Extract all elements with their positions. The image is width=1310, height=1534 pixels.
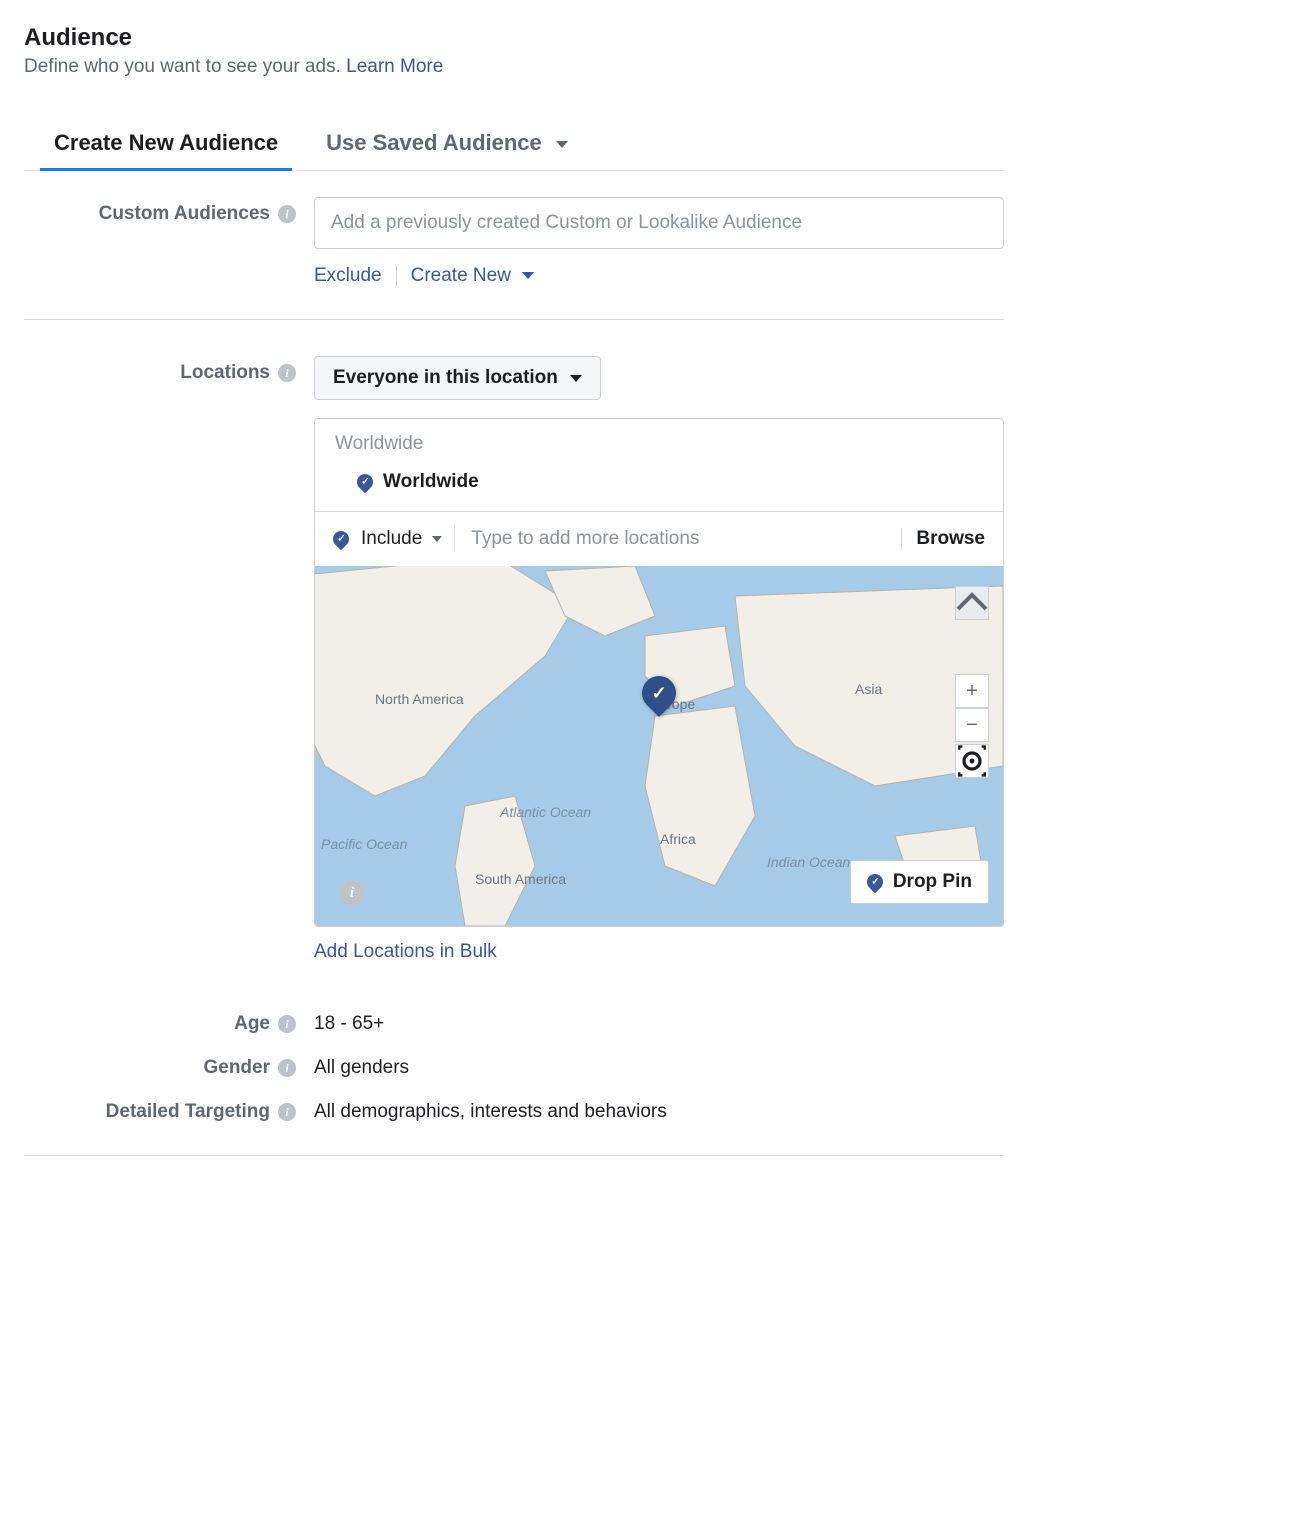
section-divider [24,319,1004,320]
divider [454,526,455,552]
custom-audiences-input[interactable] [314,197,1004,249]
location-search-input[interactable] [467,522,889,556]
custom-audiences-label: Custom Audiences [99,203,270,225]
info-icon[interactable]: i [278,205,296,223]
pin-check-icon [354,471,377,494]
tab-create-new-audience[interactable]: Create New Audience [54,118,278,170]
tab-use-saved-audience[interactable]: Use Saved Audience [326,118,568,170]
row-custom-audiences: Custom Audiences i Exclude Create New [24,189,1004,295]
caret-down-icon [556,141,568,148]
row-age: Age i 18 - 65+ [24,999,1004,1043]
gender-label: Gender [203,1057,270,1079]
info-icon[interactable]: i [278,1103,296,1121]
zoom-out-button[interactable]: − [955,708,989,742]
tab-saved-label: Use Saved Audience [326,130,542,155]
pin-check-icon [330,528,353,551]
age-label: Age [234,1013,270,1035]
section-divider [24,1155,1004,1156]
zoom-in-button[interactable]: + [955,674,989,708]
learn-more-link[interactable]: Learn More [346,56,443,77]
audience-tabs: Create New Audience Use Saved Audience [24,118,1004,171]
create-new-link[interactable]: Create New [411,265,535,287]
info-icon[interactable]: i [278,364,296,382]
caret-down-icon [522,272,534,279]
age-value[interactable]: 18 - 65+ [314,1007,1004,1035]
drop-pin-button[interactable]: Drop Pin [850,860,989,904]
map-info-icon[interactable]: i [339,880,365,906]
caret-down-icon [432,536,442,542]
browse-link[interactable]: Browse [901,528,985,550]
info-icon[interactable]: i [278,1015,296,1033]
subtitle-text: Define who you want to see your ads. [24,56,341,77]
detailed-targeting-value[interactable]: All demographics, interests and behavior… [314,1095,1004,1123]
caret-down-icon [570,375,582,382]
location-input-bar: Include Browse [315,511,1003,566]
location-item-label: Worldwide [383,471,479,493]
info-icon[interactable]: i [278,1059,296,1077]
page-title: Audience [24,24,1004,52]
gender-value[interactable]: All genders [314,1051,1004,1079]
row-gender: Gender i All genders [24,1043,1004,1087]
location-item[interactable]: Worldwide [315,461,1003,511]
add-locations-bulk-link[interactable]: Add Locations in Bulk [314,941,497,963]
world-map[interactable]: North America Europe Asia Africa South A… [315,566,1003,926]
row-detailed-targeting: Detailed Targeting i All demographics, i… [24,1087,1004,1131]
pin-icon [864,871,887,894]
row-locations: Locations i Everyone in this location Wo… [24,348,1004,971]
location-scope-value: Everyone in this location [333,367,558,389]
locations-label: Locations [180,362,270,384]
locate-button[interactable] [955,744,989,778]
drop-pin-label: Drop Pin [893,871,972,893]
detailed-targeting-label: Detailed Targeting [106,1101,270,1123]
location-box: Worldwide Worldwide Include Browse [314,418,1004,927]
include-label: Include [361,528,422,550]
create-new-label: Create New [411,265,511,286]
location-group: Worldwide [315,419,1003,461]
map-collapse-button[interactable] [955,586,989,620]
exclude-link[interactable]: Exclude [314,265,382,287]
include-dropdown[interactable]: Include [361,528,442,550]
location-scope-dropdown[interactable]: Everyone in this location [314,356,601,400]
page-subtitle: Define who you want to see your ads. Lea… [24,56,1004,78]
divider [396,266,397,286]
